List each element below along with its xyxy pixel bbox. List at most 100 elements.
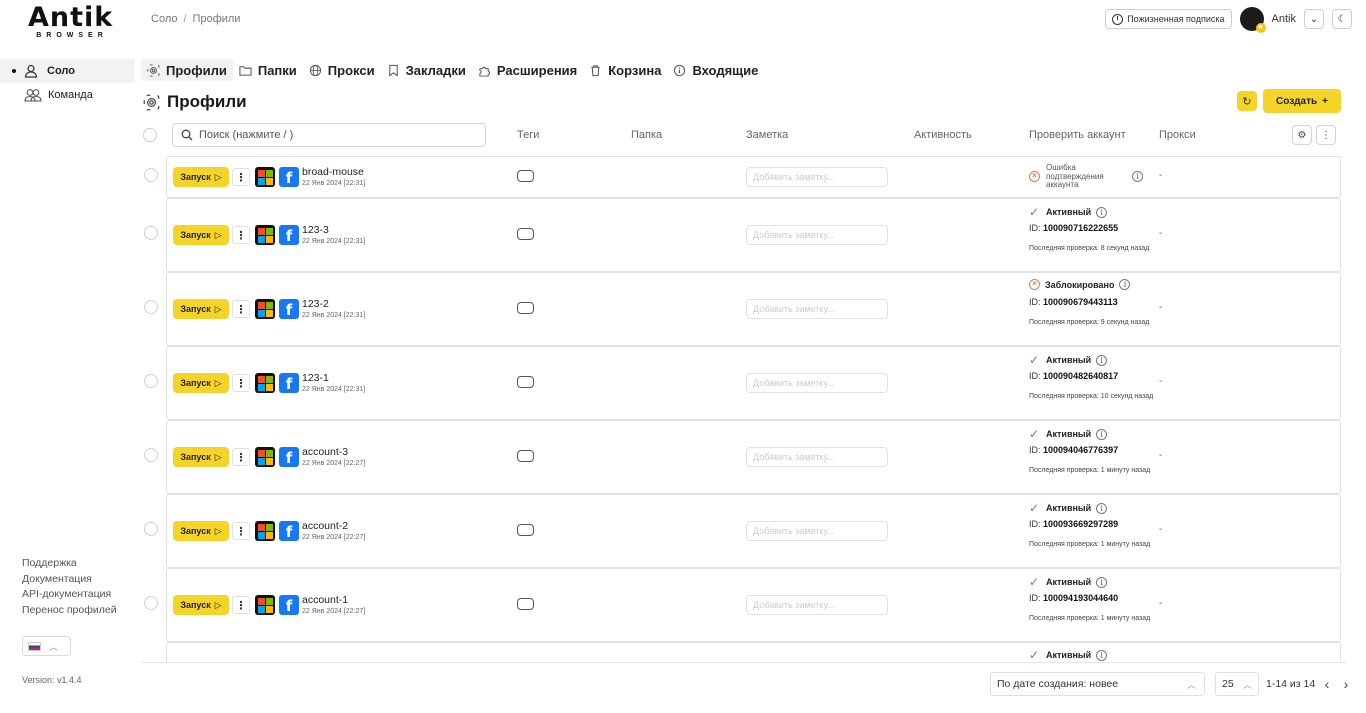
info-icon[interactable]: i [1096, 649, 1108, 661]
note-field[interactable]: Добавить заметку... [746, 299, 888, 319]
row-more-button[interactable]: ⋮ [232, 448, 250, 466]
theme-toggle-button[interactable]: ☾ [1332, 9, 1352, 29]
row-more-button[interactable]: ⋮ [232, 522, 250, 540]
launch-button[interactable]: Запуск ▷ [173, 521, 229, 541]
column-header-activity[interactable]: Активность [914, 129, 972, 141]
info-icon[interactable]: i [1096, 428, 1108, 440]
column-header-folder[interactable]: Папка [631, 129, 662, 141]
profile-created-date: 22 Янв 2024 [22:31] [302, 180, 366, 187]
row-checkbox[interactable] [144, 374, 158, 388]
tag-icon[interactable] [517, 376, 534, 388]
language-select[interactable]: ︿ [22, 636, 71, 656]
table-row[interactable]: Запуск ▷ ⋮ f 123-1 22 Янв 2024 [22:31] Добавит… [141, 346, 1346, 420]
sidebar-item-solo[interactable]: Соло [0, 59, 135, 83]
tag-icon[interactable] [517, 450, 534, 462]
table-more-button[interactable]: ⋮ [1316, 125, 1336, 145]
facebook-icon: f [279, 225, 299, 245]
sort-select[interactable]: По дате создания: новее ︿ [990, 672, 1205, 696]
profile-name[interactable]: account-3 [302, 446, 348, 458]
support-link[interactable]: Поддержка [22, 557, 117, 571]
tag-icon[interactable] [517, 598, 534, 610]
table-row[interactable]: Запуск ▷ ⋮ f broad-mouse 22 Янв 2024 [22:31] Д… [141, 156, 1346, 198]
launch-button[interactable]: Запуск ▷ [173, 225, 229, 245]
info-icon[interactable]: i [1132, 171, 1143, 182]
row-checkbox[interactable] [144, 596, 158, 610]
row-checkbox[interactable] [144, 226, 158, 240]
tab-proxies[interactable]: Прокси [303, 59, 381, 81]
profile-name[interactable]: account-1 [302, 594, 348, 606]
column-header-proxy[interactable]: Прокси [1159, 129, 1196, 141]
info-icon[interactable]: i [1096, 502, 1108, 514]
refresh-button[interactable]: ↻ [1237, 91, 1257, 111]
launch-button[interactable]: Запуск ▷ [173, 373, 229, 393]
sidebar-item-team[interactable]: Команда [0, 83, 135, 107]
tag-icon[interactable] [517, 302, 534, 314]
row-more-button[interactable]: ⋮ [232, 596, 250, 614]
info-icon[interactable]: i [1096, 206, 1108, 218]
tab-folders[interactable]: Папки [233, 59, 303, 81]
profile-name[interactable]: account-2 [302, 520, 348, 532]
search-box[interactable] [172, 123, 486, 147]
note-field[interactable]: Добавить заметку... [746, 373, 888, 393]
per-page-select[interactable]: 25 ︿ [1215, 672, 1259, 696]
launch-button[interactable]: Запуск ▷ [173, 167, 229, 187]
table-row[interactable]: Запуск ▷ ⋮ f account-3 22 Янв 2024 [22:27] Доб… [141, 420, 1346, 494]
app-logo[interactable]: Antik BROWSER [28, 4, 112, 41]
launch-button[interactable]: Запуск ▷ [173, 447, 229, 467]
column-header-check-account[interactable]: Проверить аккаунт [1029, 129, 1126, 141]
info-icon[interactable]: i [1096, 576, 1108, 588]
row-more-button[interactable]: ⋮ [232, 300, 250, 318]
row-checkbox[interactable] [144, 448, 158, 462]
column-header-note[interactable]: Заметка [746, 129, 788, 141]
note-field[interactable]: Добавить заметку... [746, 447, 888, 467]
tab-trash[interactable]: Корзина [583, 59, 667, 81]
username[interactable]: Antik [1272, 13, 1296, 25]
table-row[interactable]: Запуск ▷ ⋮ f account-1 22 Янв 2024 [22:27] Доб… [141, 568, 1346, 642]
table-row[interactable]: Запуск ▷ ⋮ f 123-2 22 Янв 2024 [22:31] Добавит… [141, 272, 1346, 346]
launch-button[interactable]: Запуск ▷ [173, 299, 229, 319]
row-checkbox[interactable] [144, 168, 158, 182]
row-more-button[interactable]: ⋮ [232, 226, 250, 244]
tab-inbox[interactable]: Входящие [667, 59, 764, 81]
row-checkbox[interactable] [144, 300, 158, 314]
row-checkbox[interactable] [144, 522, 158, 536]
create-profile-button[interactable]: Создать + [1263, 89, 1341, 113]
tab-profiles[interactable]: Профили [141, 59, 233, 81]
launch-button[interactable]: Запуск ▷ [173, 595, 229, 615]
table-row[interactable]: ✓ Активный i [141, 642, 1346, 663]
select-all-checkbox[interactable] [143, 128, 157, 142]
note-field[interactable]: Добавить заметку... [746, 595, 888, 615]
status-info[interactable]: i [1132, 171, 1143, 182]
row-more-button[interactable]: ⋮ [232, 374, 250, 392]
column-settings-button[interactable]: ⚙ [1292, 125, 1312, 145]
tag-icon[interactable] [517, 228, 534, 240]
row-more-button[interactable]: ⋮ [232, 168, 250, 186]
profile-name[interactable]: 123-3 [302, 224, 329, 236]
api-docs-link[interactable]: API-документация [22, 588, 117, 602]
profile-name[interactable]: 123-1 [302, 372, 329, 384]
info-icon[interactable]: i [1119, 279, 1131, 290]
tag-icon[interactable] [517, 524, 534, 536]
note-field[interactable]: Добавить заметку... [746, 225, 888, 245]
tab-bookmarks[interactable]: Закладки [381, 59, 472, 81]
profile-name[interactable]: 123-2 [302, 298, 329, 310]
breadcrumb-item-solo[interactable]: Соло [151, 13, 177, 25]
tab-extensions[interactable]: Расширения [472, 59, 583, 81]
note-field[interactable]: Добавить заметку... [746, 167, 888, 187]
table-row[interactable]: Запуск ▷ ⋮ f account-2 22 Янв 2024 [22:27] Доб… [141, 494, 1346, 568]
profile-name[interactable]: broad-mouse [302, 166, 364, 178]
user-menu-button[interactable]: ⌄ [1304, 9, 1324, 29]
info-icon[interactable]: i [1096, 354, 1108, 366]
subscription-button[interactable]: Пожизненная подписка [1105, 9, 1232, 29]
table-row[interactable]: Запуск ▷ ⋮ f 123-3 22 Янв 2024 [22:31] Добавит… [141, 198, 1346, 272]
prev-page-button[interactable]: ‹ [1319, 675, 1335, 693]
launch-label: Запуск [180, 452, 211, 462]
column-header-tags[interactable]: Теги [517, 129, 539, 141]
next-page-button[interactable]: › [1338, 675, 1354, 693]
tag-icon[interactable] [517, 170, 534, 182]
note-field[interactable]: Добавить заметку... [746, 521, 888, 541]
transfer-profiles-link[interactable]: Перенос профилей [22, 604, 117, 618]
docs-link[interactable]: Документация [22, 573, 117, 587]
search-input[interactable] [199, 129, 469, 141]
avatar[interactable]: ★ [1239, 7, 1266, 33]
